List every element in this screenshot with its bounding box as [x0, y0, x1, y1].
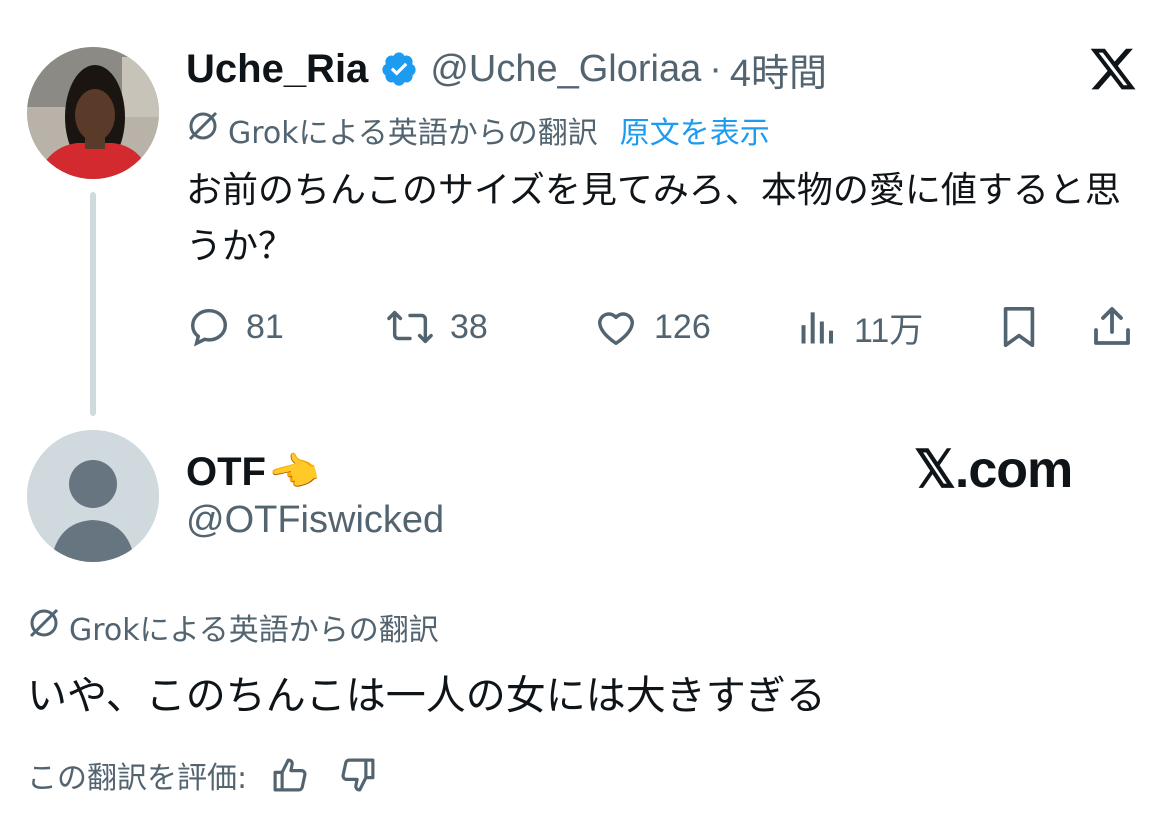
thread-connector: [90, 192, 96, 416]
verified-badge-icon: [380, 50, 418, 88]
avatar[interactable]: [27, 47, 159, 179]
bookmark-icon: [1003, 306, 1035, 348]
like-count: 126: [654, 307, 711, 346]
reply-author-handle[interactable]: @OTFiswicked: [186, 499, 444, 542]
avatar-photo: [27, 47, 159, 179]
share-icon: [1094, 307, 1130, 345]
reply-author-name[interactable]: OTF: [186, 450, 266, 495]
thumbs-up-icon: [273, 758, 307, 792]
views-button[interactable]: 11万: [796, 302, 923, 352]
tweet-text: お前のちんこのサイズを見てみろ、本物の愛に値すると思うか？: [186, 170, 1121, 267]
reply-translation-label: Grokによる英語からの翻訳: [69, 613, 439, 648]
reply-button[interactable]: 81: [186, 302, 284, 352]
rate-translation-row: この翻訳を評価:: [27, 752, 379, 798]
time-separator: ·: [709, 47, 722, 90]
tweet-header: Uche_Ria @Uche_Gloriaa · 4時間: [186, 42, 827, 97]
pointing-hand-emoji: 👉: [265, 443, 326, 502]
rate-translation-label: この翻訳を評価:: [27, 761, 248, 796]
translation-notice: Grokによる英語からの翻訳 原文を表示: [186, 107, 770, 153]
repost-count: 38: [450, 307, 488, 346]
reply-author-row: OTF 👉: [186, 444, 325, 501]
thumbs-up-button[interactable]: [269, 754, 311, 796]
x-com-watermark: 𝕏.com: [914, 441, 1073, 499]
reply-text: いや、このちんこは一人の女には大きすぎる: [27, 673, 826, 719]
grok-translate-icon: [186, 109, 220, 152]
grok-translate-icon: [27, 606, 61, 649]
heart-icon: [597, 312, 635, 346]
reply-icon: [190, 308, 228, 347]
show-original-link[interactable]: 原文を表示: [620, 108, 770, 152]
x-logo-icon[interactable]: [1088, 44, 1138, 94]
view-count: 11万: [854, 311, 924, 350]
share-button[interactable]: [1088, 302, 1136, 352]
author-name[interactable]: Uche_Ria: [186, 47, 368, 92]
reply-translation-notice: Grokによる英語からの翻訳: [27, 604, 439, 650]
like-button[interactable]: 126: [592, 302, 711, 352]
default-profile-icon: [27, 430, 159, 562]
author-handle[interactable]: @Uche_Gloriaa: [430, 48, 701, 91]
repost-button[interactable]: 38: [384, 302, 488, 352]
repost-icon: [387, 310, 433, 344]
thumbs-down-icon: [341, 758, 375, 792]
default-avatar[interactable]: [27, 430, 159, 562]
bookmark-button[interactable]: [996, 302, 1042, 352]
tweet-time[interactable]: 4時間: [730, 42, 827, 97]
reply-count: 81: [246, 307, 284, 346]
translation-label: Grokによる英語からの翻訳: [228, 116, 598, 151]
analytics-icon: [801, 312, 834, 344]
thumbs-down-button[interactable]: [337, 754, 379, 796]
